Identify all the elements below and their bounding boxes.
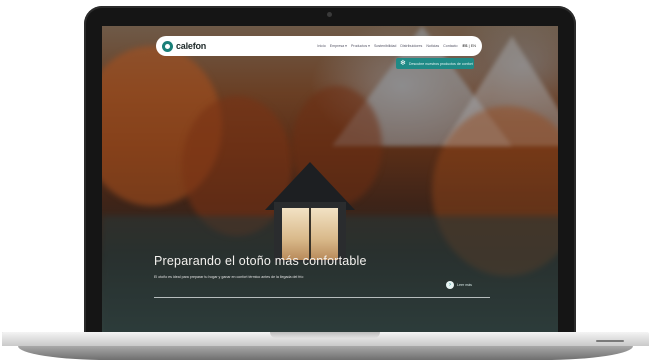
hero-cta-label: Leer más <box>457 283 472 287</box>
lang-es[interactable]: ES <box>463 44 468 48</box>
nav-item-empresa[interactable]: Empresa ▾ <box>330 44 347 48</box>
laptop-mockup: calefon Inicio Empresa ▾ Productos ▾ Sos… <box>0 0 651 364</box>
hero-subtitle: El otoño es ideal para preparar tu hogar… <box>154 275 304 279</box>
logo-icon <box>162 40 173 52</box>
nav-item-sostenibilidad[interactable]: Sostenibilidad <box>374 44 396 48</box>
nav-item-inicio[interactable]: Inicio <box>317 44 325 48</box>
lang-separator: | <box>468 44 470 48</box>
snowflake-icon: ❄ <box>400 60 406 67</box>
lang-en[interactable]: EN <box>471 44 476 48</box>
site-navbar: calefon Inicio Empresa ▾ Productos ▾ Sos… <box>156 36 482 56</box>
language-switcher: ES | EN <box>463 44 476 48</box>
promo-banner[interactable]: ❄ Descubre nuestros productos de confort <box>396 58 474 69</box>
camera-dot <box>327 12 332 17</box>
nav-item-contacto[interactable]: Contacto <box>443 44 457 48</box>
laptop-notch <box>270 332 380 338</box>
cabin-window <box>282 208 338 260</box>
hero-divider <box>154 297 490 298</box>
laptop-screen: calefon Inicio Empresa ▾ Productos ▾ Sos… <box>102 26 558 332</box>
laptop-indicator <box>596 340 624 342</box>
nav-item-noticias[interactable]: Noticias <box>426 44 439 48</box>
hero-cta-button[interactable]: › Leer más <box>446 281 472 289</box>
main-menu: Inicio Empresa ▾ Productos ▾ Sostenibili… <box>317 44 457 48</box>
hero-title: Preparando el otoño más confortable <box>154 254 367 268</box>
site-logo[interactable]: calefon <box>162 40 207 52</box>
nav-item-productos[interactable]: Productos ▾ <box>351 44 370 48</box>
arrow-right-icon: › <box>446 281 454 289</box>
laptop-base-bottom <box>18 346 633 360</box>
logo-text: calefon <box>176 41 207 51</box>
nav-item-distribuidores[interactable]: Distribuidores <box>400 44 422 48</box>
promo-text: Descubre nuestros productos de confort <box>408 61 473 66</box>
